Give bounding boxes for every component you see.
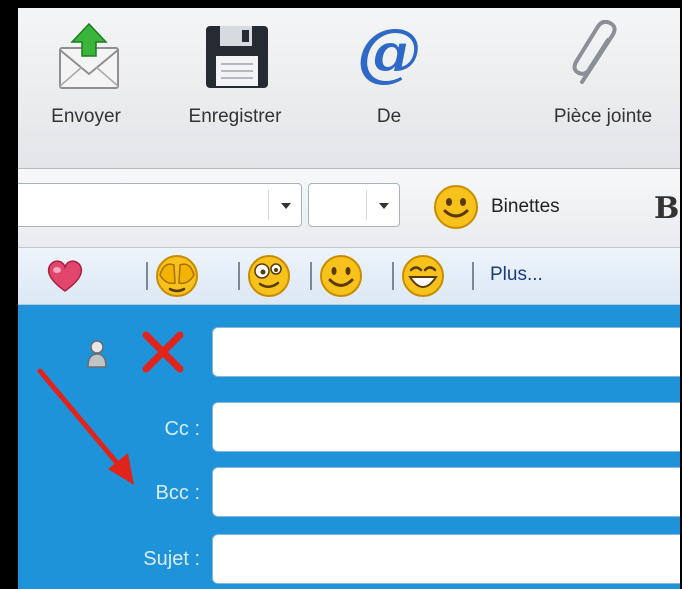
subject-label: Sujet : [143, 548, 200, 570]
emoji-quick-bar: Plus... [18, 248, 680, 305]
emoji-separator [238, 262, 240, 290]
cc-label: Cc : [164, 418, 200, 440]
to-field[interactable] [212, 327, 680, 377]
svg-text:@: @ [357, 18, 421, 88]
chevron-down-icon [379, 203, 389, 209]
emoticons-label: Binettes [491, 196, 560, 217]
from-label: De [376, 106, 402, 127]
paperclip-icon [572, 20, 617, 84]
main-toolbar: Envoyer Enregistrer @ De Pièce jointe [18, 8, 680, 169]
emoji-separator [146, 262, 148, 290]
subject-field[interactable] [212, 534, 680, 584]
compose-window: Envoyer Enregistrer @ De Pièce jointe Bi… [18, 8, 680, 589]
hands-over-eyes-emoji-icon[interactable] [154, 253, 200, 299]
emoji-separator [310, 262, 312, 290]
combo-divider [268, 190, 269, 220]
at-sign-icon: @ [357, 18, 421, 88]
heart-icon[interactable] [44, 258, 86, 294]
chevron-down-icon [281, 203, 291, 209]
message-header-fields: Cc : Bcc : Sujet : [18, 305, 680, 589]
send-button[interactable]: Envoyer [36, 8, 136, 168]
more-emoticons-link[interactable]: Plus... [490, 264, 543, 286]
smile-emoji-icon[interactable] [318, 253, 364, 299]
emoji-separator [392, 262, 394, 290]
cc-field[interactable] [212, 402, 680, 452]
send-envelope-icon [59, 22, 119, 89]
format-toolbar: Binettes B [18, 169, 680, 248]
font-family-select[interactable] [18, 183, 302, 227]
from-button[interactable]: @ De [344, 8, 434, 168]
combo-divider [366, 190, 367, 220]
font-size-select[interactable] [308, 183, 400, 227]
save-label: Enregistrer [188, 106, 282, 127]
attachment-button[interactable]: Pièce jointe [528, 8, 678, 168]
save-button[interactable]: Enregistrer [168, 8, 302, 168]
bcc-field[interactable] [212, 467, 680, 517]
laughing-emoji-icon[interactable] [400, 253, 446, 299]
annotation-red-arrow-icon [37, 368, 134, 485]
send-label: Envoyer [51, 106, 121, 127]
attachment-label: Pièce jointe [553, 106, 653, 127]
annotation-red-x-icon [142, 331, 184, 373]
bcc-label: Bcc : [155, 482, 200, 504]
bold-button[interactable]: B [654, 191, 679, 226]
smiley-icon [434, 185, 478, 229]
emoji-separator [472, 262, 474, 290]
silly-face-emoji-icon[interactable] [246, 253, 292, 299]
floppy-disk-icon [206, 26, 268, 88]
